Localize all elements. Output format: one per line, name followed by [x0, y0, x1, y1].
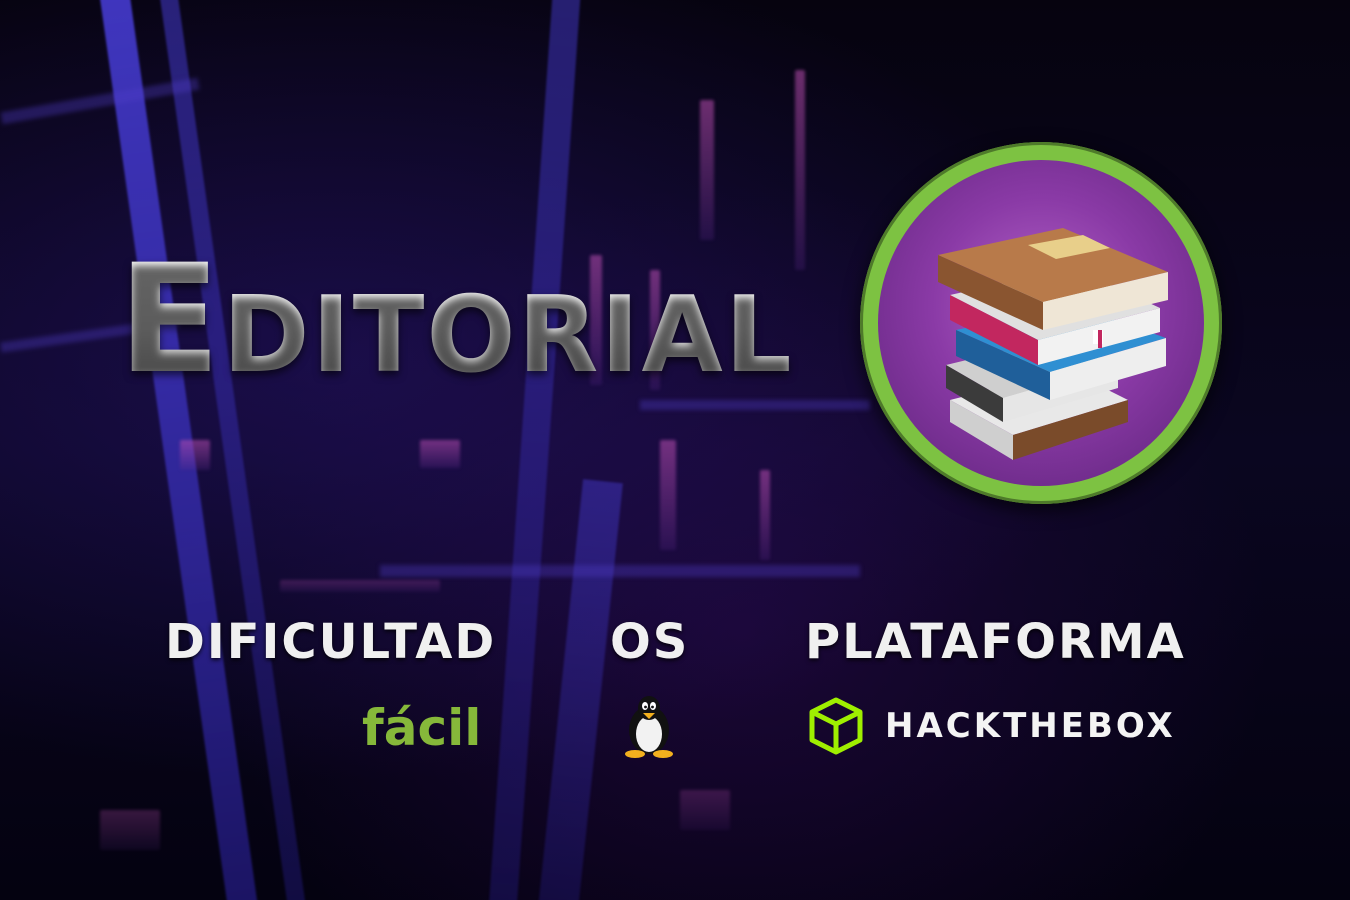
hackthebox-cube-icon: [809, 697, 863, 755]
book-stack-icon: [938, 228, 1168, 460]
linux-penguin-icon: [625, 696, 673, 758]
difficulty-value: fácil: [362, 699, 482, 757]
machine-badge: [860, 142, 1222, 504]
difficulty-label: DIFICULTAD: [165, 614, 497, 670]
os-label: OS: [610, 614, 690, 670]
platform-label: PLATAFORMA: [805, 614, 1186, 670]
page-title: Editorial: [118, 233, 794, 407]
platform-value: HACKTHEBOX: [885, 706, 1176, 746]
